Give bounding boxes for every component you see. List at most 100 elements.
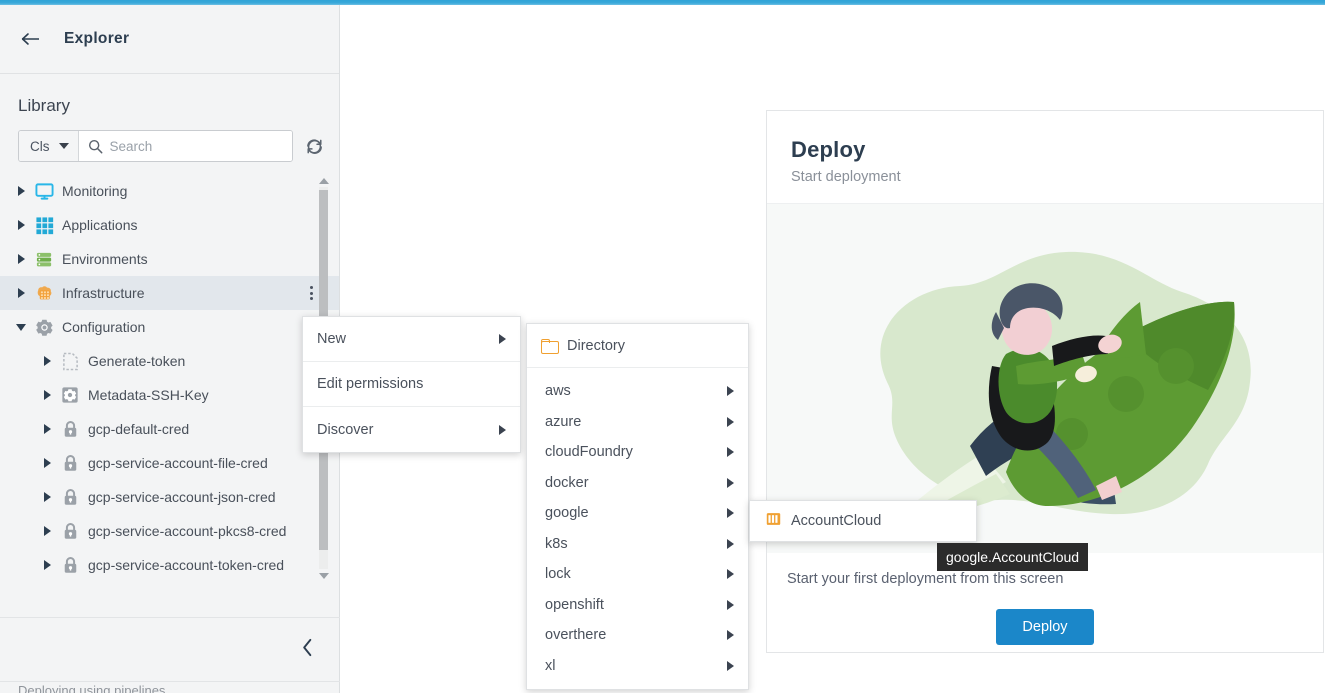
gear-square-icon: [60, 385, 80, 405]
explorer-sidebar: Explorer Library Cls Search Monitoring A…: [0, 5, 340, 693]
triangle-right-icon[interactable]: [14, 186, 28, 196]
tree-item-gcp-service-account-json-cred[interactable]: gcp-service-account-json-cred: [0, 480, 339, 514]
tree-item-label: gcp-service-account-pkcs8-cred: [88, 523, 287, 539]
tree-item-label: Generate-token: [88, 353, 186, 369]
triangle-down-icon[interactable]: [317, 569, 330, 582]
lock-icon: [60, 521, 80, 541]
folder-icon: [541, 339, 559, 354]
menu-item-k8s[interactable]: k8s: [527, 529, 748, 560]
menu-item-aws[interactable]: aws: [527, 376, 748, 407]
submenu-arrow-icon: [727, 569, 734, 580]
triangle-right-icon[interactable]: [14, 254, 28, 264]
menu-item-cloudfoundry[interactable]: cloudFoundry: [527, 437, 748, 468]
menu-item-label: k8s: [545, 535, 568, 552]
sidebar-footer-hint: Deploying using pipelines: [18, 683, 166, 693]
deploy-card: Deploy Start deployment Start your first…: [766, 110, 1324, 653]
library-tree-wrap: Monitoring Applications Environments Infras…: [0, 174, 339, 584]
menu-item-label: Edit permissions: [317, 376, 424, 392]
app-root: Explorer Library Cls Search Monitoring A…: [0, 0, 1325, 693]
triangle-right-icon[interactable]: [40, 458, 54, 468]
triangle-right-icon[interactable]: [40, 424, 54, 434]
lock-icon: [60, 555, 80, 575]
triangle-right-icon[interactable]: [40, 526, 54, 536]
lock-icon: [60, 419, 80, 439]
search-input[interactable]: [109, 138, 287, 154]
submenu-arrow-icon: [727, 630, 734, 641]
submenu-arrow-icon: [727, 660, 734, 671]
deploy-card-subtitle: Start deployment: [791, 169, 901, 185]
refresh-icon[interactable]: [299, 131, 329, 161]
tree-item-gcp-service-account-file-cred[interactable]: gcp-service-account-file-cred: [0, 446, 339, 480]
triangle-right-icon[interactable]: [14, 220, 28, 230]
filter-box: Cls: [18, 130, 293, 162]
tree-item-label: gcp-default-cred: [88, 421, 190, 437]
library-heading: Library: [18, 96, 70, 115]
google-submenu: AccountCloud: [749, 500, 977, 542]
submenu-arrow-icon: [727, 508, 734, 519]
submenu-arrow-icon: [727, 386, 734, 397]
menu-item-label: docker: [545, 474, 589, 491]
menu-item-directory[interactable]: Directory: [527, 324, 748, 368]
triangle-right-icon[interactable]: [14, 288, 28, 298]
menu-item-label: Directory: [567, 337, 626, 354]
account-cloud-icon: [766, 512, 781, 530]
menu-item-new[interactable]: New: [303, 317, 520, 362]
tree-item-infrastructure[interactable]: Infrastructure: [0, 276, 339, 310]
triangle-right-icon[interactable]: [40, 560, 54, 570]
tree-item-menu-icon[interactable]: [310, 286, 313, 300]
library-filter-row: Cls: [0, 126, 339, 162]
tree-item-gcp-service-account-pkcs8-cred[interactable]: gcp-service-account-pkcs8-cred: [0, 514, 339, 548]
menu-item-label: cloudFoundry: [545, 444, 633, 461]
gear-icon: [34, 317, 54, 337]
triangle-right-icon[interactable]: [40, 492, 54, 502]
tree-item-metadata-ssh-key[interactable]: Metadata-SSH-Key: [0, 378, 339, 412]
triangle-up-icon[interactable]: [317, 174, 330, 187]
sidebar-bottom-strip: Deploying using pipelines: [0, 681, 340, 693]
tree-item-label: Metadata-SSH-Key: [88, 387, 209, 403]
menu-item-accountcloud[interactable]: AccountCloud: [750, 501, 976, 541]
page-title: Explorer: [64, 30, 130, 47]
menu-item-overthere[interactable]: overthere: [527, 620, 748, 651]
library-tree: Monitoring Applications Environments Infras…: [0, 174, 339, 584]
menu-item-discover[interactable]: Discover: [303, 407, 520, 452]
submenu-arrow-icon: [727, 477, 734, 488]
tree-item-gcp-default-cred[interactable]: gcp-default-cred: [0, 412, 339, 446]
deploy-button[interactable]: Deploy: [996, 609, 1094, 645]
tree-item-label: Configuration: [62, 319, 146, 335]
class-filter-label: Cls: [30, 138, 50, 154]
tree-item-label: Infrastructure: [62, 285, 145, 301]
tree-item-configuration[interactable]: Configuration: [0, 310, 339, 344]
tree-item-environments[interactable]: Environments: [0, 242, 339, 276]
triangle-right-icon[interactable]: [40, 356, 54, 366]
menu-item-edit-permissions[interactable]: Edit permissions: [303, 362, 520, 407]
menu-item-lock[interactable]: lock: [527, 559, 748, 590]
menu-item-label: google: [545, 505, 589, 522]
class-filter-dropdown[interactable]: Cls: [19, 131, 79, 161]
triangle-down-icon[interactable]: [14, 323, 28, 331]
chevron-left-icon[interactable]: [301, 638, 314, 661]
menu-item-label: xl: [545, 657, 556, 674]
menu-item-xl[interactable]: xl: [527, 651, 748, 682]
tooltip: google.AccountCloud: [937, 543, 1089, 571]
menu-item-label: overthere: [545, 627, 607, 644]
tree-item-applications[interactable]: Applications: [0, 208, 339, 242]
arrow-left-icon[interactable]: [18, 26, 44, 52]
menu-item-label: lock: [545, 566, 571, 583]
menu-item-label: azure: [545, 413, 582, 430]
submenu-arrow-icon: [499, 334, 506, 344]
menu-item-google[interactable]: google: [527, 498, 748, 529]
menu-item-label: aws: [545, 383, 571, 400]
new-submenu-list: aws azure cloudFoundry docker google k8s lock o…: [527, 368, 748, 689]
menu-item-label: Discover: [317, 421, 374, 438]
menu-item-openshift[interactable]: openshift: [527, 590, 748, 621]
triangle-right-icon[interactable]: [40, 390, 54, 400]
lock-icon: [60, 487, 80, 507]
menu-item-docker[interactable]: docker: [527, 468, 748, 499]
tree-item-gcp-service-account-token-cred[interactable]: gcp-service-account-token-cred: [0, 548, 339, 582]
deploy-card-description: Start your first deployment from this sc…: [787, 571, 1064, 587]
menu-item-azure[interactable]: azure: [527, 407, 748, 438]
tree-item-monitoring[interactable]: Monitoring: [0, 174, 339, 208]
tree-item-generate-token[interactable]: Generate-token: [0, 344, 339, 378]
sidebar-footer: [0, 617, 340, 681]
tree-item-label: Environments: [62, 251, 148, 267]
